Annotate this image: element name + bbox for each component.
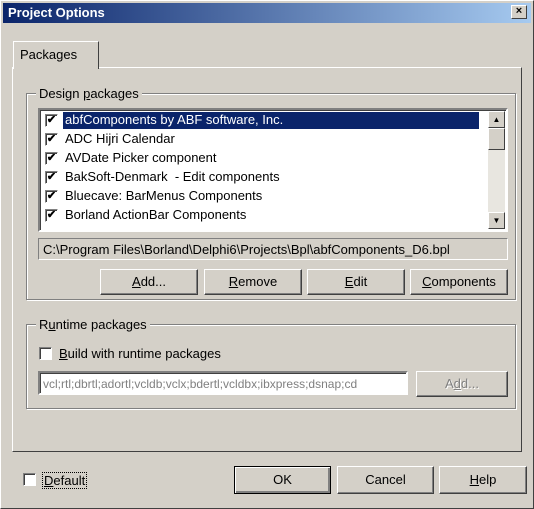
checkmark-icon: ✔ bbox=[46, 114, 57, 126]
package-checkbox[interactable]: ✔ bbox=[45, 133, 58, 146]
runtime-packages-label: Runtime packages bbox=[36, 317, 150, 332]
package-checkbox[interactable]: ✔ bbox=[45, 114, 58, 127]
default-checkbox-row[interactable]: Default bbox=[23, 471, 103, 489]
package-label: abfComponents by ABF software, Inc. bbox=[63, 112, 479, 129]
checkmark-icon: ✔ bbox=[46, 152, 57, 164]
package-label: AVDate Picker component bbox=[65, 150, 217, 165]
title-bar[interactable]: Project Options × bbox=[3, 3, 531, 23]
project-options-dialog: Project Options × Packages Design packag… bbox=[0, 0, 534, 509]
scroll-down-button[interactable]: ▼ bbox=[488, 212, 505, 229]
package-checkbox[interactable]: ✔ bbox=[45, 152, 58, 165]
checkmark-icon: ✔ bbox=[46, 171, 57, 183]
checkmark-icon: ✔ bbox=[46, 190, 57, 202]
checkmark-icon: ✔ bbox=[46, 133, 57, 145]
build-runtime-label: Build with runtime packages bbox=[59, 346, 221, 361]
remove-package-button[interactable]: Remove bbox=[204, 269, 302, 295]
package-label: BakSoft-Denmark - Edit components bbox=[65, 169, 280, 184]
runtime-packages-input[interactable]: vcl;rtl;dbrtl;adortl;vcldb;vclx;bdertl;v… bbox=[38, 371, 408, 395]
components-button[interactable]: Components bbox=[410, 269, 508, 295]
tab-packages-label: Packages bbox=[20, 47, 78, 62]
list-item[interactable]: ✔ ADC Hijri Calendar bbox=[43, 130, 483, 149]
scroll-up-button[interactable]: ▲ bbox=[488, 111, 505, 128]
checkmark-icon: ✔ bbox=[46, 209, 57, 221]
design-packages-list[interactable]: ✔ abfComponents by ABF software, Inc. ✔ … bbox=[38, 108, 508, 232]
default-checkbox[interactable] bbox=[23, 473, 36, 486]
close-button[interactable]: × bbox=[511, 5, 527, 19]
list-item[interactable]: ✔ Bluecave: BarMenus Components bbox=[43, 187, 483, 206]
arrow-down-icon: ▼ bbox=[492, 216, 501, 225]
add-runtime-package-button[interactable]: Add... bbox=[416, 371, 508, 397]
close-icon: × bbox=[515, 5, 523, 17]
ok-button[interactable]: OK bbox=[234, 466, 331, 494]
list-scrollbar[interactable]: ▲ ▼ bbox=[488, 111, 505, 229]
arrow-up-icon: ▲ bbox=[492, 115, 501, 124]
list-item[interactable]: ✔ BakSoft-Denmark - Edit components bbox=[43, 168, 483, 187]
scroll-thumb[interactable] bbox=[488, 128, 505, 150]
list-item[interactable]: ✔ abfComponents by ABF software, Inc. bbox=[43, 111, 483, 130]
design-packages-label: Design packages bbox=[36, 86, 142, 101]
list-item[interactable]: ✔ AVDate Picker component bbox=[43, 149, 483, 168]
package-checkbox[interactable]: ✔ bbox=[45, 190, 58, 203]
list-item[interactable]: ✔ Borland ActionBar Components bbox=[43, 206, 483, 225]
package-checkbox[interactable]: ✔ bbox=[45, 171, 58, 184]
package-path-display: C:\Program Files\Borland\Delphi6\Project… bbox=[38, 238, 508, 260]
tab-packages[interactable]: Packages bbox=[13, 41, 99, 69]
edit-package-button[interactable]: Edit bbox=[307, 269, 405, 295]
cancel-button[interactable]: Cancel bbox=[337, 466, 434, 494]
package-label: ADC Hijri Calendar bbox=[65, 131, 175, 146]
build-runtime-checkbox[interactable] bbox=[39, 347, 52, 360]
default-label: Default bbox=[42, 472, 88, 489]
package-checkbox[interactable]: ✔ bbox=[45, 209, 58, 222]
help-button[interactable]: Help bbox=[439, 466, 527, 494]
package-label: Borland ActionBar Components bbox=[65, 207, 247, 222]
build-runtime-checkbox-row[interactable]: Build with runtime packages bbox=[39, 345, 299, 363]
window-title: Project Options bbox=[8, 5, 105, 20]
add-package-button[interactable]: Add... bbox=[100, 269, 198, 295]
package-label: Bluecave: BarMenus Components bbox=[65, 188, 263, 203]
